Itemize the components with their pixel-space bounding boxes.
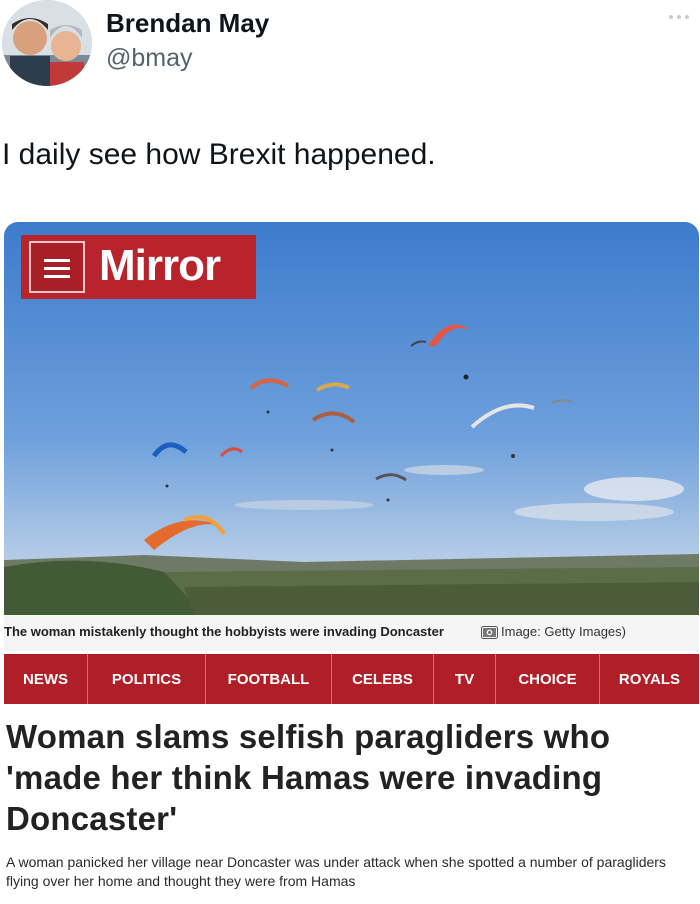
image-caption: The woman mistakenly thought the hobbyis… (4, 624, 444, 639)
hamburger-menu-icon[interactable] (29, 241, 85, 293)
image-caption-bar: The woman mistakenly thought the hobbyis… (4, 615, 699, 651)
author-handle[interactable]: @bmay (106, 44, 193, 73)
article-headline[interactable]: Woman slams selfish paragliders who 'mad… (6, 716, 696, 839)
camera-icon (481, 626, 498, 639)
nav-news[interactable]: NEWS (4, 654, 88, 704)
author-name[interactable]: Brendan May (106, 8, 269, 39)
tweet-header: Brendan May @bmay (0, 0, 700, 100)
more-options-icon[interactable] (667, 12, 691, 22)
tweet-text: I daily see how Brexit happened. (2, 138, 436, 171)
avatar[interactable] (2, 0, 92, 86)
nav-royals[interactable]: ROYALS (600, 654, 699, 704)
section-navbar: NEWS POLITICS FOOTBALL CELEBS TV CHOICE … (4, 654, 699, 704)
mirror-logo[interactable]: Mirror (21, 235, 256, 299)
nav-celebs[interactable]: CELEBS (332, 654, 434, 704)
nav-football[interactable]: FOOTBALL (206, 654, 332, 704)
article-standfirst: A woman panicked her village near Doncas… (6, 854, 666, 889)
article-card[interactable]: Mirror The woman mistakenly thought the … (4, 222, 699, 903)
nav-politics[interactable]: POLITICS (88, 654, 206, 704)
image-credit: Image: Getty Images) (501, 624, 626, 639)
nav-tv[interactable]: TV (434, 654, 496, 704)
nav-choice[interactable]: CHOICE (496, 654, 600, 704)
logo-text: Mirror (99, 241, 221, 290)
